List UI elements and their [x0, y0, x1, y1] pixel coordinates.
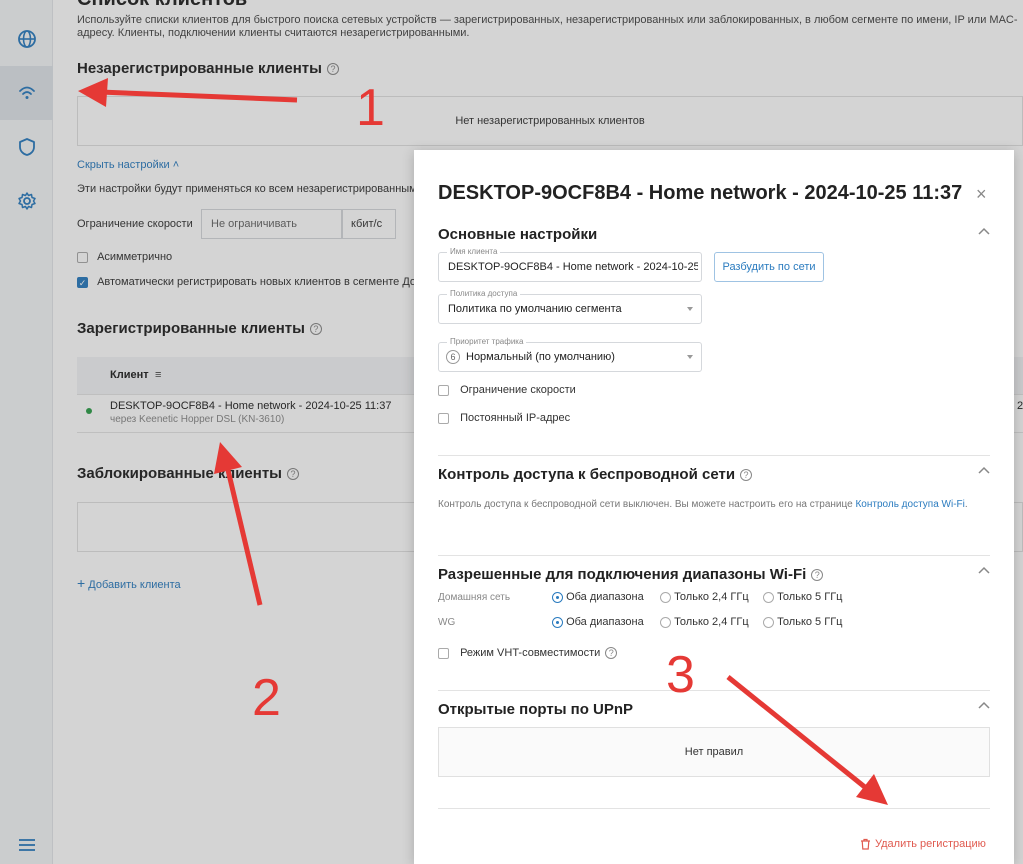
chevron-up-icon[interactable]	[978, 466, 990, 474]
divider	[438, 455, 990, 456]
radio-both[interactable]	[552, 591, 563, 603]
bands-heading-text: Разрешенные для подключения диапазоны Wi…	[438, 566, 807, 583]
chevron-up-icon[interactable]	[978, 227, 990, 235]
bands-heading: Разрешенные для подключения диапазоны Wi…	[438, 566, 824, 583]
radio-5[interactable]	[763, 616, 774, 628]
wake-on-lan-button[interactable]: Разбудить по сети	[714, 252, 824, 282]
access-policy-label: Политика доступа	[447, 289, 521, 298]
wifi-access-control-link[interactable]: Контроль доступа Wi-Fi	[855, 499, 964, 510]
wireless-heading: Контроль доступа к беспроводной сети?	[438, 466, 753, 483]
help-icon[interactable]: ?	[811, 569, 824, 582]
client-name-field[interactable]: Имя клиента DESKTOP-9OCF8B4 - Home netwo…	[438, 247, 702, 282]
traffic-priority-value: Нормальный (по умолчанию)	[466, 351, 615, 363]
access-policy-select[interactable]: Политика доступа Политика по умолчанию с…	[438, 289, 702, 324]
annotation-number-2: 2	[252, 669, 281, 727]
speed-limit-option[interactable]: Ограничение скорости	[438, 384, 576, 396]
divider	[438, 555, 990, 556]
radio-both[interactable]	[552, 616, 563, 628]
vht-checkbox[interactable]	[438, 647, 449, 659]
chevron-down-icon	[687, 307, 693, 311]
band-option-5-label: Только 5 ГГц	[777, 591, 843, 603]
annotation-number-1: 1	[356, 79, 385, 137]
radio-5[interactable]	[763, 591, 774, 603]
band-option-5[interactable]: Только 5 ГГц	[763, 591, 842, 603]
static-ip-option[interactable]: Постоянный IP-адрес	[438, 412, 570, 424]
client-name-value: DESKTOP-9OCF8B4 - Home network - 2024-10…	[448, 261, 698, 273]
band-option-5-label: Только 5 ГГц	[777, 616, 843, 628]
delete-registration-button[interactable]: Удалить регистрацию	[860, 838, 986, 850]
band-row-wg: WG Оба диапазона Только 2,4 ГГц Только 5…	[438, 616, 998, 632]
wireless-text-end: .	[964, 499, 968, 510]
wireless-heading-text: Контроль доступа к беспроводной сети	[438, 466, 736, 483]
band-option-24-label: Только 2,4 ГГц	[674, 591, 749, 603]
basic-heading: Основные настройки	[438, 226, 598, 243]
upnp-heading: Открытые порты по UPnP	[438, 701, 634, 718]
band-row-label: Домашняя сеть	[438, 592, 511, 603]
traffic-priority-label: Приоритет трафика	[447, 337, 527, 346]
upnp-empty-text: Нет правил	[684, 746, 744, 758]
band-option-both-label: Оба диапазона	[566, 616, 644, 628]
client-name-label: Имя клиента	[447, 247, 501, 256]
chevron-down-icon	[687, 355, 693, 359]
delete-registration-label: Удалить регистрацию	[875, 838, 986, 850]
band-option-both[interactable]: Оба диапазона	[552, 591, 644, 603]
traffic-priority-select[interactable]: Приоритет трафика 6 Нормальный (по умолч…	[438, 337, 702, 372]
speed-limit-checkbox[interactable]	[438, 384, 449, 396]
band-option-both-label: Оба диапазона	[566, 591, 644, 603]
band-option-both[interactable]: Оба диапазона	[552, 616, 644, 628]
band-option-5[interactable]: Только 5 ГГц	[763, 616, 842, 628]
vht-option[interactable]: Режим VHT-совместимости?	[438, 647, 618, 660]
divider	[438, 808, 990, 809]
band-option-24[interactable]: Только 2,4 ГГц	[660, 616, 749, 628]
access-policy-value: Политика по умолчанию сегмента	[448, 303, 622, 315]
chevron-up-icon[interactable]	[978, 566, 990, 574]
client-modal: DESKTOP-9OCF8B4 - Home network - 2024-10…	[414, 150, 1014, 864]
radio-24[interactable]	[660, 591, 671, 603]
close-icon[interactable]: ×	[976, 184, 987, 205]
help-icon[interactable]: ?	[740, 469, 753, 482]
radio-24[interactable]	[660, 616, 671, 628]
speed-limit-option-label: Ограничение скорости	[460, 384, 576, 396]
upnp-empty-box: Нет правил	[438, 727, 990, 777]
wireless-text: Контроль доступа к беспроводной сети вык…	[438, 497, 990, 513]
band-row-label: WG	[438, 617, 456, 628]
help-icon[interactable]: ?	[605, 647, 618, 660]
annotation-number-3: 3	[666, 646, 695, 704]
band-row-home: Домашняя сеть Оба диапазона Только 2,4 Г…	[438, 591, 998, 607]
divider	[438, 690, 990, 691]
modal-title: DESKTOP-9OCF8B4 - Home network - 2024-10…	[438, 182, 963, 204]
chevron-up-icon[interactable]	[978, 701, 990, 709]
band-option-24-label: Только 2,4 ГГц	[674, 616, 749, 628]
static-ip-label: Постоянный IP-адрес	[460, 412, 571, 424]
trash-icon	[861, 838, 870, 850]
band-option-24[interactable]: Только 2,4 ГГц	[660, 591, 749, 603]
priority-badge: 6	[446, 350, 460, 364]
wireless-text-body: Контроль доступа к беспроводной сети вык…	[438, 499, 856, 510]
static-ip-checkbox[interactable]	[438, 412, 449, 424]
vht-label: Режим VHT-совместимости	[460, 647, 601, 659]
